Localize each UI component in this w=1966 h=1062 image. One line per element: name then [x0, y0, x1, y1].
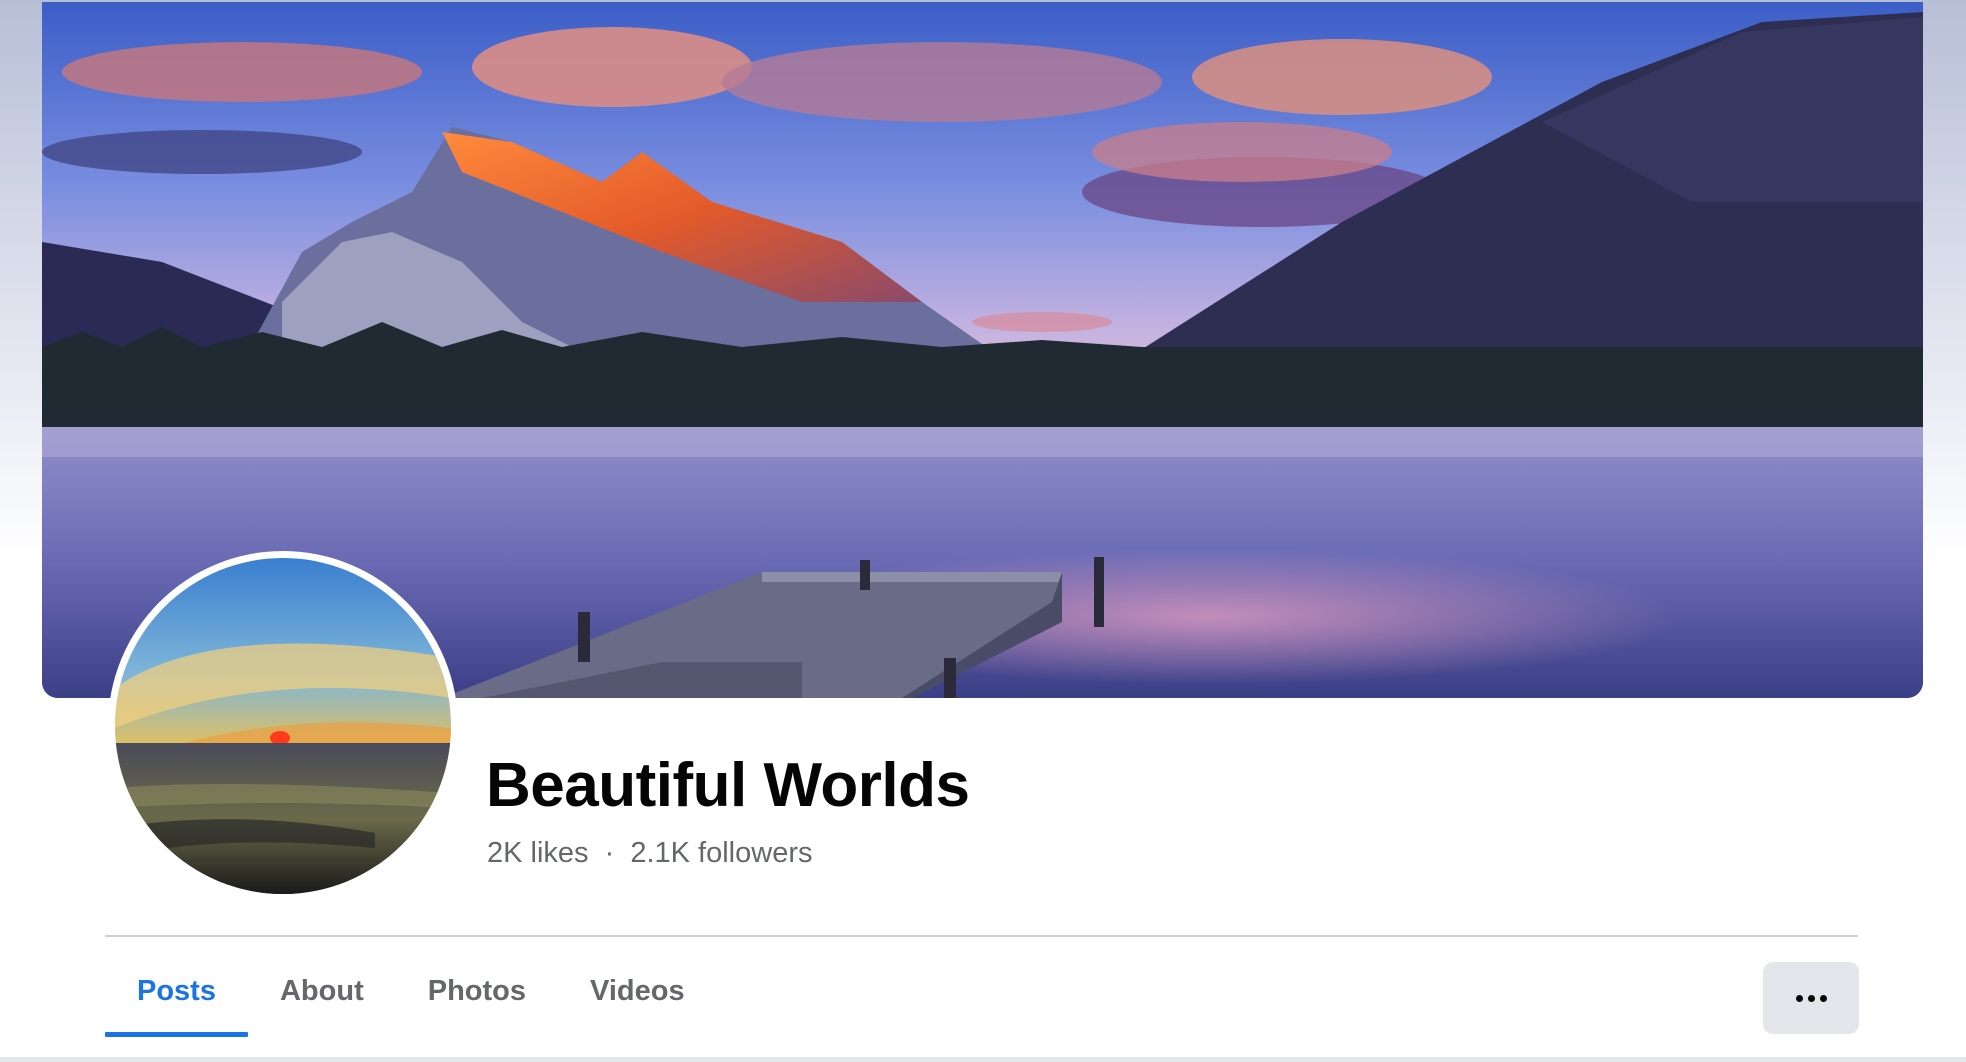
tab-videos[interactable]: Videos — [558, 945, 717, 1037]
profile-picture-icon — [115, 558, 451, 894]
tab-about[interactable]: About — [248, 945, 396, 1037]
more-horizontal-icon — [1795, 994, 1827, 1002]
tab-photos[interactable]: Photos — [396, 945, 558, 1037]
likes-link[interactable]: 2K likes — [487, 837, 589, 869]
page-stats: 2K likes · 2.1K followers — [487, 833, 813, 873]
header-divider — [105, 935, 1858, 937]
page-tabs: Posts About Photos Videos — [105, 965, 717, 1057]
followers-link[interactable]: 2.1K followers — [630, 837, 812, 869]
stats-separator: · — [604, 837, 615, 869]
more-options-button[interactable] — [1763, 962, 1859, 1034]
tab-posts[interactable]: Posts — [105, 945, 248, 1037]
profile-avatar[interactable] — [108, 551, 458, 901]
bottom-border — [0, 1057, 1966, 1062]
page-title: Beautiful Worlds — [486, 751, 970, 820]
